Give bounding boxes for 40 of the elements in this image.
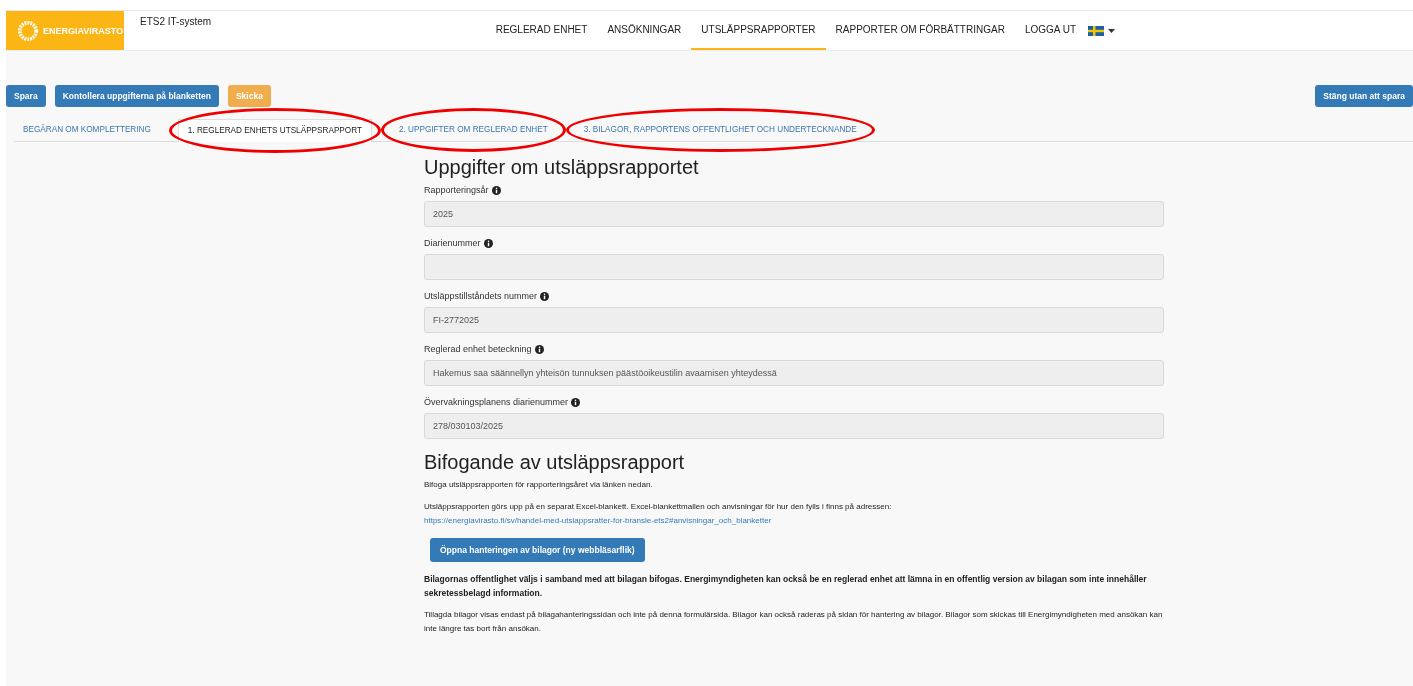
input-field[interactable]: 2025	[424, 201, 1164, 227]
info-icon[interactable]	[483, 238, 493, 248]
field-label: Övervakningsplanens diarienummer	[424, 397, 569, 407]
open-attachments-button[interactable]: Öppna hanteringen av bilagor (ny webbläsarflik)	[430, 538, 645, 562]
field-label: Utsläppstillståndets nummer	[424, 291, 538, 301]
input-field[interactable]: Hakemus saa säännellyn yhteisön tunnuksen päästöoikeustilin avaamisen yhteydessä	[424, 360, 1164, 386]
note-text: Tillagda bilagor visas endast på bilagahanteringssidan och inte på denna formulärsida. Bilagor kan också raderas på sidan för hantering av bilagor. Bilagor som skickas till Energimyndigheten med ansökan kan inte längre tas bort från ansökan.	[424, 609, 1164, 635]
form-tab[interactable]: BEGÄRAN OM KOMPLETTERING	[14, 119, 160, 141]
input-field[interactable]: FI-2772025	[424, 307, 1164, 333]
info-icon[interactable]	[571, 397, 581, 407]
nav-link[interactable]: ANSÖKNINGAR	[597, 11, 692, 50]
instructions-text: Utsläppsrapporten görs upp på en separat Excel-blankett. Excel-blankettmallen och anvisningar för hur den fylls i finns på adressen: https://energiavirasto.fi/sv/handel-med-utslappsratter-for-bransle-ets2#anvisningar_och_blanketter	[424, 501, 893, 527]
notice-text: Bilagornas offentlighet väljs i samband med att bilagan bifogas. Energimyndigheten kan också be en reglerad enhet att lämna in en offentlig version av bilagan som inte innehåller sekretessbelagd information.	[424, 573, 1148, 600]
field-label: Diarienummer	[424, 238, 481, 248]
section-heading: Bifogande av utsläppsrapport	[424, 451, 686, 474]
field-label: Rapporteringsår	[424, 185, 489, 195]
info-icon[interactable]	[534, 344, 544, 354]
close-without-saving-button[interactable]: Stäng utan att spara	[1315, 85, 1413, 107]
form-tab[interactable]: 3. BILAGOR, RAPPORTENS OFFENTLIGHET OCH UNDERTECKNANDE	[574, 119, 866, 141]
instructions-link[interactable]: https://energiavirasto.fi/sv/handel-med-utslappsratter-for-bransle-ets2#anvisningar_och_blanketter	[424, 516, 772, 525]
field-label: Reglerad enhet beteckning	[424, 344, 532, 354]
sun-ring-icon	[17, 19, 39, 42]
info-icon[interactable]	[540, 291, 550, 301]
flag-icon	[1088, 25, 1104, 36]
logo-text: ENERGIAVIRASTO	[43, 25, 124, 36]
system-name: ETS2 IT-system	[139, 15, 212, 29]
nav-link[interactable]: LOGGA UT	[1014, 11, 1086, 50]
nav-link[interactable]: UTSLÄPPSRAPPORTER	[691, 11, 826, 50]
form-tab[interactable]: 2. UPPGIFTER OM REGLERAD ENHET	[389, 119, 557, 141]
intro-text: Bifoga utsläppsrapporten för rapporteringsåret via länken nedan.	[424, 479, 654, 491]
toolbar-button[interactable]: Kontollera uppgifterna på blanketten	[54, 85, 219, 107]
info-icon[interactable]	[491, 185, 501, 195]
caret-icon	[1108, 28, 1115, 33]
section-heading: Uppgifter om utsläppsrapportet	[424, 156, 700, 179]
input-field[interactable]: 278/030103/2025	[424, 413, 1164, 439]
toolbar-button[interactable]: Spara	[6, 85, 46, 107]
input-field[interactable]	[424, 254, 1164, 280]
nav-link[interactable]: REGLERAD ENHET	[485, 11, 598, 50]
nav-link[interactable]: RAPPORTER OM FÖRBÄTTRINGAR	[825, 11, 1015, 50]
form-tab[interactable]: 1. REGLERAD ENHETS UTSLÄPPSRAPPORT	[177, 118, 372, 142]
